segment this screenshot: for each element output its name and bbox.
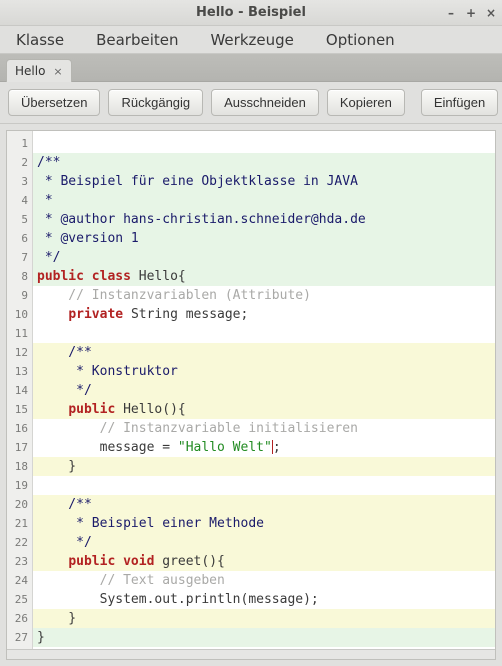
window-controls: – + × (444, 6, 498, 20)
line-number: 18 (7, 457, 32, 476)
code-line[interactable]: public void greet(){ (33, 552, 495, 571)
line-number: 27 (7, 628, 32, 647)
horizontal-scrollbar[interactable] (7, 649, 495, 659)
line-number: 15 (7, 400, 32, 419)
code-line[interactable]: // Instanzvariablen (Attribute) (33, 286, 495, 305)
code-line[interactable]: * @author hans-christian.schneider@hda.d… (33, 210, 495, 229)
code-line[interactable]: /** (33, 495, 495, 514)
copy-button[interactable]: Kopieren (327, 89, 405, 116)
line-number: 6 (7, 229, 32, 248)
line-number: 24 (7, 571, 32, 590)
line-number: 21 (7, 514, 32, 533)
code-line[interactable]: public class Hello{ (33, 267, 495, 286)
code-line[interactable]: } (33, 457, 495, 476)
line-number: 10 (7, 305, 32, 324)
window-titlebar: Hello - Beispiel – + × (0, 0, 502, 26)
code-line[interactable]: * Beispiel für eine Objektklasse in JAVA (33, 172, 495, 191)
code-line[interactable]: System.out.println(message); (33, 590, 495, 609)
code-line[interactable] (33, 324, 495, 343)
line-number: 20 (7, 495, 32, 514)
paste-button[interactable]: Einfügen (421, 89, 498, 116)
line-number: 17 (7, 438, 32, 457)
menu-bearbeiten[interactable]: Bearbeiten (90, 29, 184, 51)
tabbar: Hello × (0, 54, 502, 82)
editor-panel: 1234567891011121314151617181920212223242… (6, 130, 496, 660)
menu-werkzeuge[interactable]: Werkzeuge (204, 29, 299, 51)
line-number: 7 (7, 248, 32, 267)
code-line[interactable]: */ (33, 533, 495, 552)
code-line[interactable]: // Instanzvariable initialisieren (33, 419, 495, 438)
line-number: 26 (7, 609, 32, 628)
tab-close-icon[interactable]: × (53, 66, 62, 77)
code-line[interactable]: } (33, 628, 495, 647)
code-line[interactable] (33, 134, 495, 153)
menubar: Klasse Bearbeiten Werkzeuge Optionen (0, 26, 502, 54)
code-line[interactable]: private String message; (33, 305, 495, 324)
code-line[interactable]: } (33, 609, 495, 628)
line-number: 4 (7, 191, 32, 210)
menu-optionen[interactable]: Optionen (320, 29, 401, 51)
line-number: 25 (7, 590, 32, 609)
line-number: 8 (7, 267, 32, 286)
line-number: 1 (7, 134, 32, 153)
editor-scroll: 1234567891011121314151617181920212223242… (7, 131, 495, 649)
undo-button[interactable]: Rückgängig (108, 89, 203, 116)
line-number: 22 (7, 533, 32, 552)
code-line[interactable]: */ (33, 381, 495, 400)
line-number: 12 (7, 343, 32, 362)
code-line[interactable]: * Beispiel einer Methode (33, 514, 495, 533)
tab-hello[interactable]: Hello × (6, 59, 72, 82)
code-line[interactable]: public Hello(){ (33, 400, 495, 419)
minimize-icon[interactable]: – (444, 6, 458, 20)
close-icon[interactable]: × (484, 6, 498, 20)
text-cursor (272, 440, 273, 454)
code-line[interactable]: */ (33, 248, 495, 267)
code-line[interactable]: /** (33, 343, 495, 362)
toolbar: Übersetzen Rückgängig Ausschneiden Kopie… (0, 82, 502, 124)
cut-button[interactable]: Ausschneiden (211, 89, 319, 116)
compile-button[interactable]: Übersetzen (8, 89, 100, 116)
code-line[interactable]: * @version 1 (33, 229, 495, 248)
line-number: 16 (7, 419, 32, 438)
code-line[interactable]: /** (33, 153, 495, 172)
code-line[interactable] (33, 476, 495, 495)
line-number: 11 (7, 324, 32, 343)
menu-klasse[interactable]: Klasse (10, 29, 70, 51)
line-number: 9 (7, 286, 32, 305)
line-number: 19 (7, 476, 32, 495)
maximize-icon[interactable]: + (464, 6, 478, 20)
code-line[interactable]: * Konstruktor (33, 362, 495, 381)
code-line[interactable]: message = "Hallo Welt"; (33, 438, 495, 457)
window-title: Hello - Beispiel (0, 5, 502, 20)
line-number: 3 (7, 172, 32, 191)
line-number: 14 (7, 381, 32, 400)
code-area[interactable]: /** * Beispiel für eine Objektklasse in … (33, 131, 495, 649)
line-number: 23 (7, 552, 32, 571)
line-number: 2 (7, 153, 32, 172)
line-number: 13 (7, 362, 32, 381)
code-line[interactable]: // Text ausgeben (33, 571, 495, 590)
line-number: 5 (7, 210, 32, 229)
tab-label: Hello (15, 64, 45, 78)
code-line[interactable]: * (33, 191, 495, 210)
line-number-gutter: 1234567891011121314151617181920212223242… (7, 131, 33, 649)
